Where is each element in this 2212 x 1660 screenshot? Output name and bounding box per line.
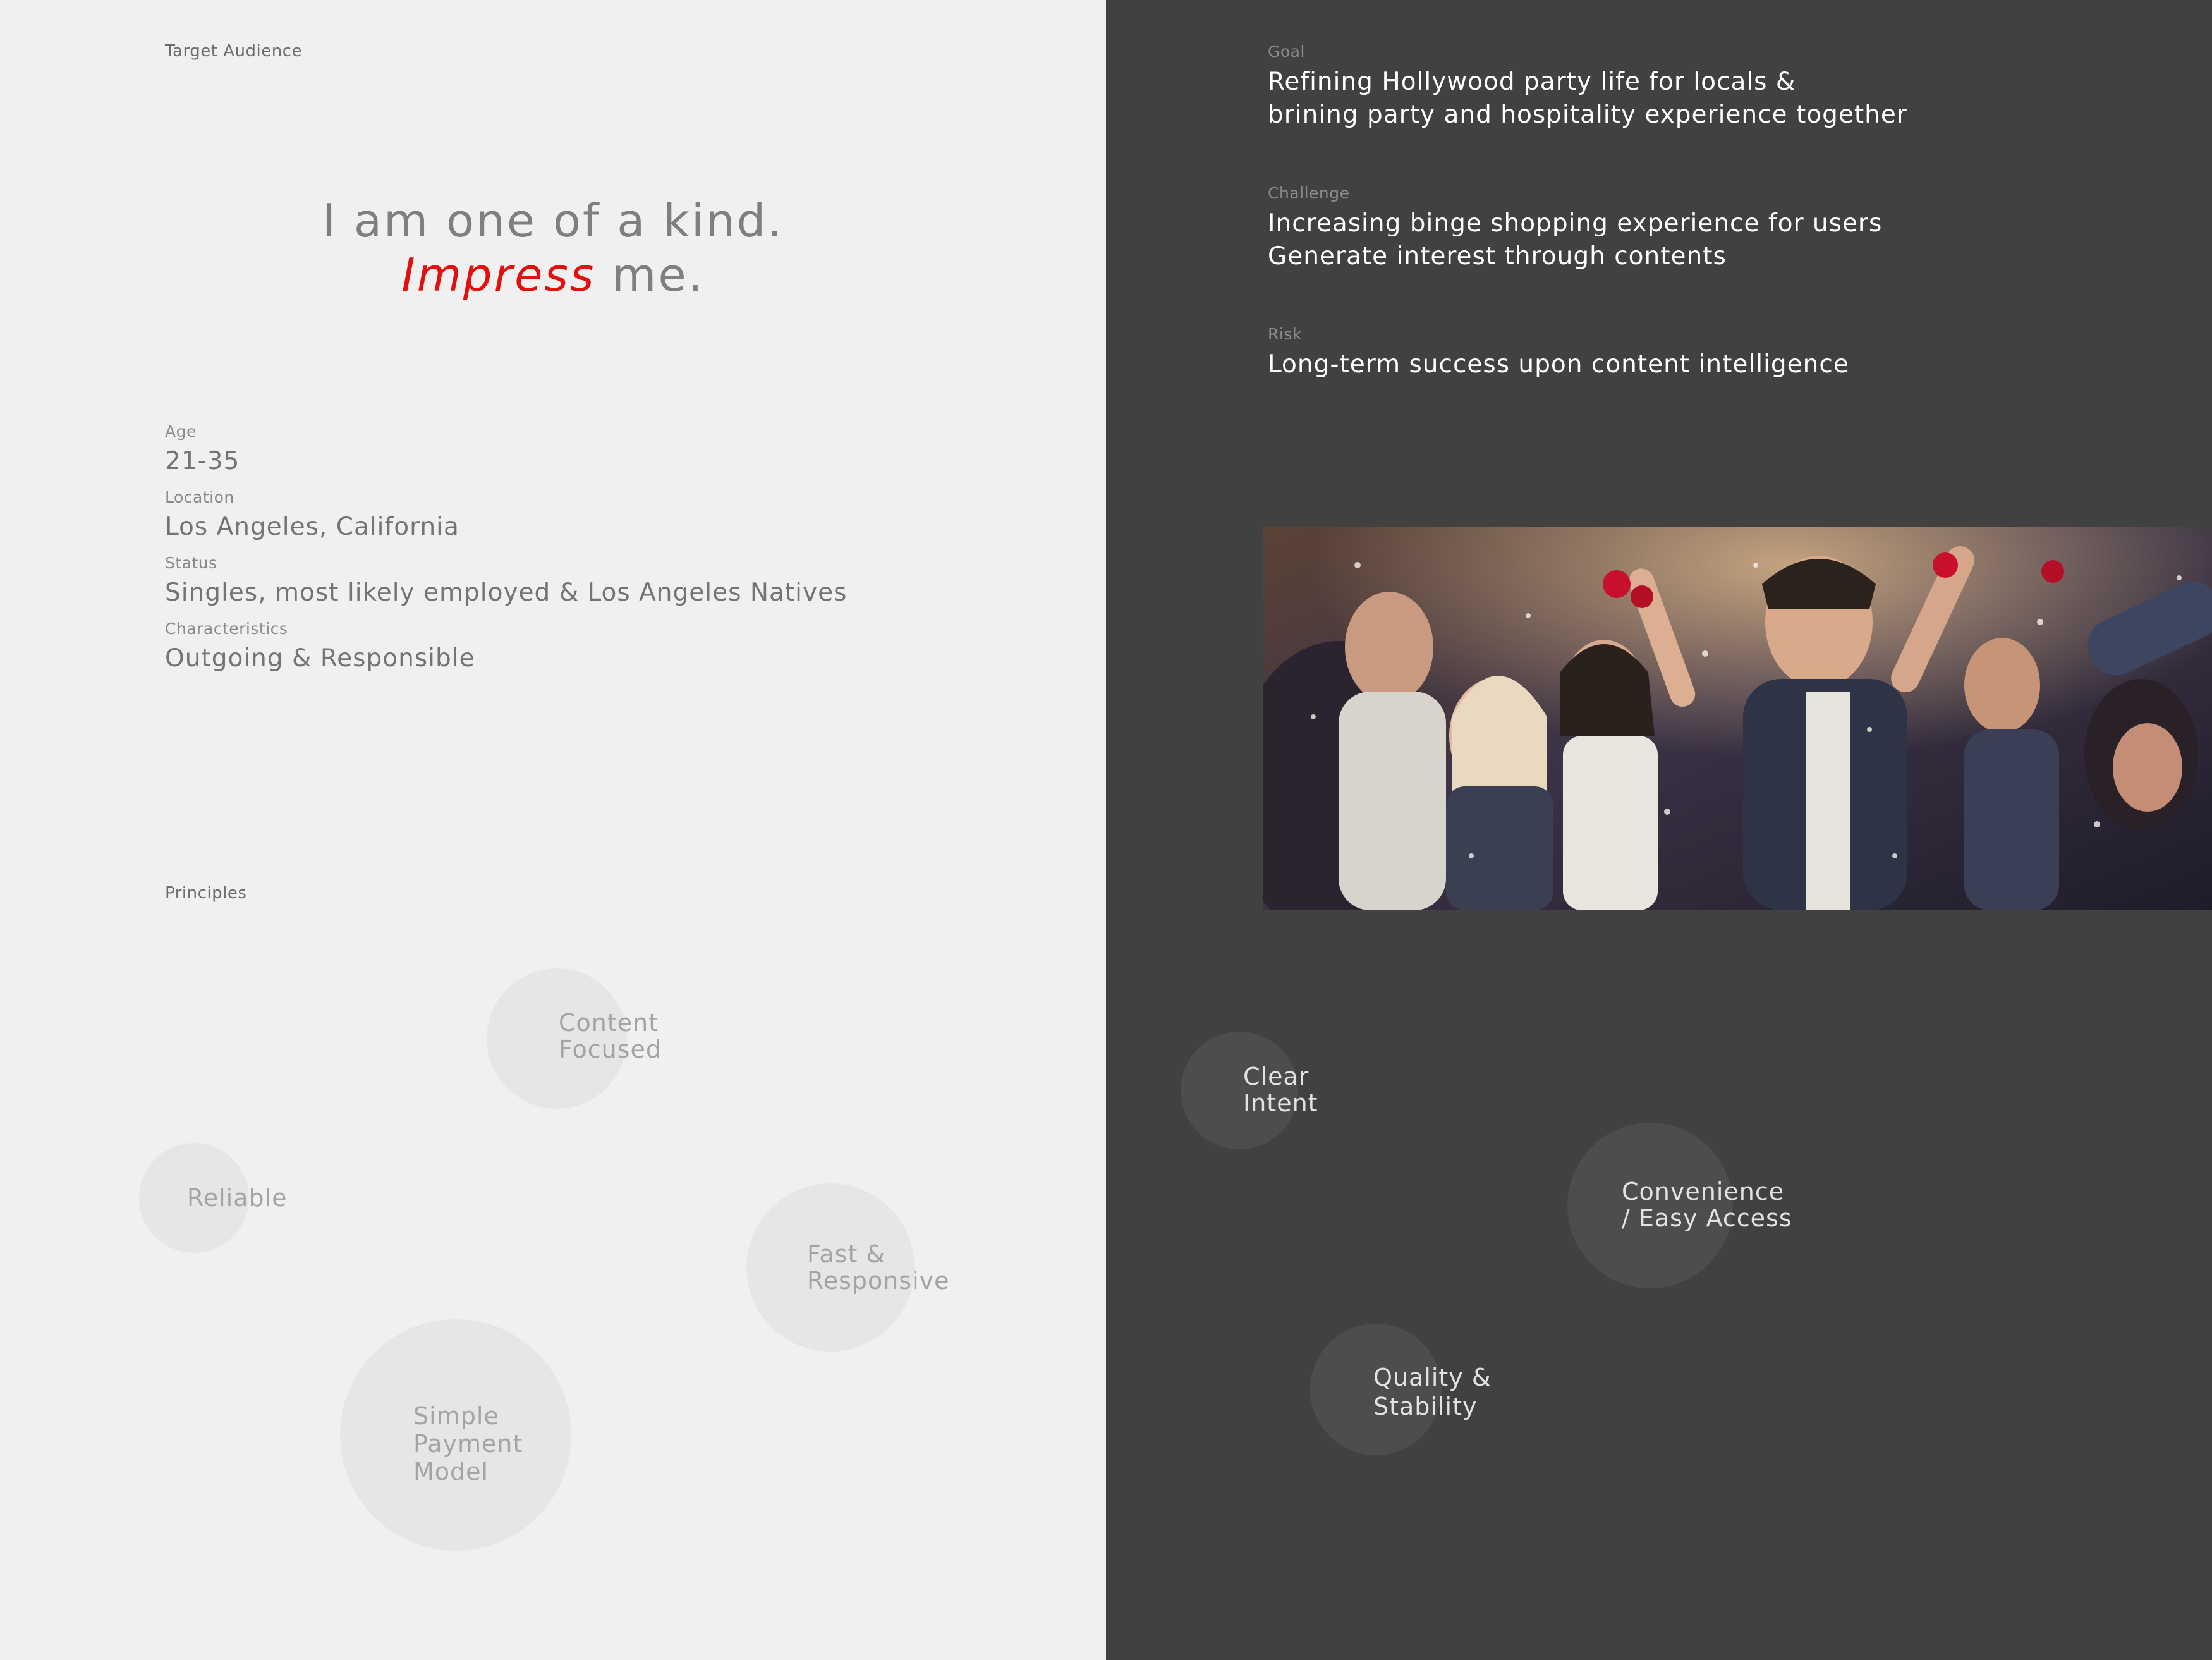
headline-accent: Impress xyxy=(401,248,596,302)
risk-label: Risk xyxy=(1268,325,1302,343)
challenge-text: Increasing binge shopping experience for… xyxy=(1268,207,1882,273)
challenge-line2: Generate interest through contents xyxy=(1268,242,1727,271)
status-value: Singles, most likely employed & Los Ange… xyxy=(165,578,848,607)
location-label: Location xyxy=(165,488,234,506)
goal-text: Refining Hollywood party life for locals… xyxy=(1268,66,1907,131)
characteristics-value: Outgoing & Responsible xyxy=(165,644,475,673)
principle-quality-stability: Quality & Stability xyxy=(1373,1364,1492,1420)
goal-line1: Refining Hollywood party life for locals… xyxy=(1268,68,1796,96)
goal-line2: brining party and hospitality experience… xyxy=(1268,101,1907,129)
risk-line1: Long-term success upon content intellige… xyxy=(1268,350,1849,379)
principle-convenience: Convenience / Easy Access xyxy=(1622,1178,1792,1232)
principle-content-focused: Content Focused xyxy=(559,1009,662,1063)
headline-rest: me. xyxy=(595,248,705,302)
principle-simple-payment: Simple Payment Model xyxy=(413,1402,523,1486)
headline-line1: I am one of a kind. xyxy=(322,194,784,247)
party-photo-illustration xyxy=(1263,527,2212,910)
age-label: Age xyxy=(165,422,197,441)
target-audience-label: Target Audience xyxy=(165,42,302,61)
left-panel: Target Audience I am one of a kind. Impr… xyxy=(0,0,1106,1660)
risk-text: Long-term success upon content intellige… xyxy=(1268,348,1849,381)
challenge-line1: Increasing binge shopping experience for… xyxy=(1268,209,1883,238)
principle-fast-responsive: Fast & Responsive xyxy=(807,1240,950,1295)
status-label: Status xyxy=(165,554,217,572)
characteristics-label: Characteristics xyxy=(165,619,288,638)
location-value: Los Angeles, California xyxy=(165,513,459,541)
age-value: 21-35 xyxy=(165,447,240,475)
headline-line2: Impress me. xyxy=(0,248,1106,302)
principle-reliable: Reliable xyxy=(187,1184,288,1212)
goal-label: Goal xyxy=(1268,42,1305,61)
party-photo xyxy=(1263,527,2212,910)
headline: I am one of a kind. Impress me. xyxy=(0,193,1106,302)
principle-clear-intent: Clear Intent xyxy=(1243,1063,1318,1117)
principles-label: Principles xyxy=(165,884,247,903)
challenge-label: Challenge xyxy=(1268,184,1350,202)
